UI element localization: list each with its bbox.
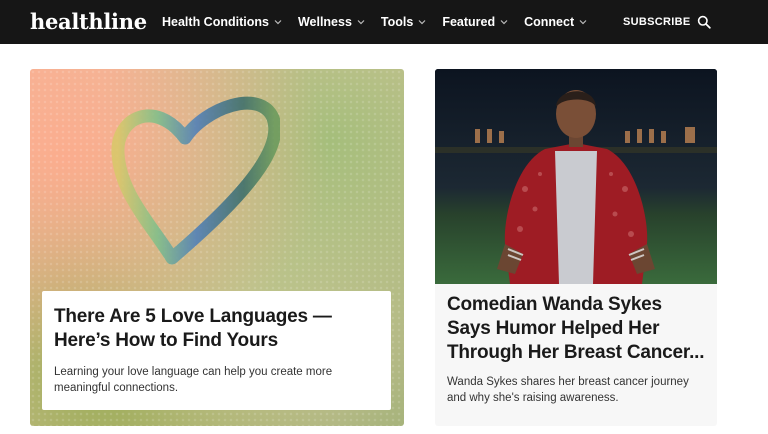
article-card-love-languages[interactable]: There Are 5 Love Languages — Here’s How …: [30, 69, 404, 426]
nav-item-featured[interactable]: Featured: [442, 15, 509, 29]
nav-item-health-conditions[interactable]: Health Conditions: [162, 15, 283, 29]
chevron-down-icon: [357, 20, 365, 25]
top-navigation-bar: healthline Health Conditions Wellness To…: [0, 0, 768, 44]
healthline-logo[interactable]: healthline: [30, 9, 147, 35]
nav-label: Tools: [380, 15, 414, 29]
nav-item-wellness[interactable]: Wellness: [298, 15, 366, 29]
article-text-box: Comedian Wanda Sykes Says Humor Helped H…: [447, 293, 709, 406]
article-title[interactable]: There Are 5 Love Languages — Here’s How …: [54, 305, 379, 353]
heart-drawing-image: [111, 96, 280, 265]
article-description: Wanda Sykes shares her breast cancer jou…: [447, 376, 689, 404]
chevron-down-icon: [579, 20, 587, 25]
article-card-wanda-sykes[interactable]: Comedian Wanda Sykes Says Humor Helped H…: [435, 69, 717, 426]
chevron-down-icon: [500, 20, 508, 25]
article-text-box: There Are 5 Love Languages — Here’s How …: [42, 291, 391, 410]
chevron-down-icon: [274, 20, 282, 25]
nav-label: Connect: [524, 15, 575, 29]
article-description: Learning your love language can help you…: [54, 366, 333, 394]
nav-label: Featured: [442, 15, 496, 29]
wanda-sykes-photo: [435, 69, 717, 284]
main-nav: Health Conditions Wellness Tools Feature…: [162, 0, 603, 44]
nav-label: Health Conditions: [162, 15, 269, 29]
nav-item-tools[interactable]: Tools: [381, 15, 427, 29]
subscribe-button[interactable]: SUBSCRIBE: [623, 14, 691, 30]
nav-label: Wellness: [297, 15, 352, 29]
search-icon[interactable]: [697, 15, 711, 29]
nav-item-connect[interactable]: Connect: [524, 15, 588, 29]
chevron-down-icon: [418, 20, 426, 25]
article-title[interactable]: Comedian Wanda Sykes Says Humor Helped H…: [447, 293, 709, 365]
